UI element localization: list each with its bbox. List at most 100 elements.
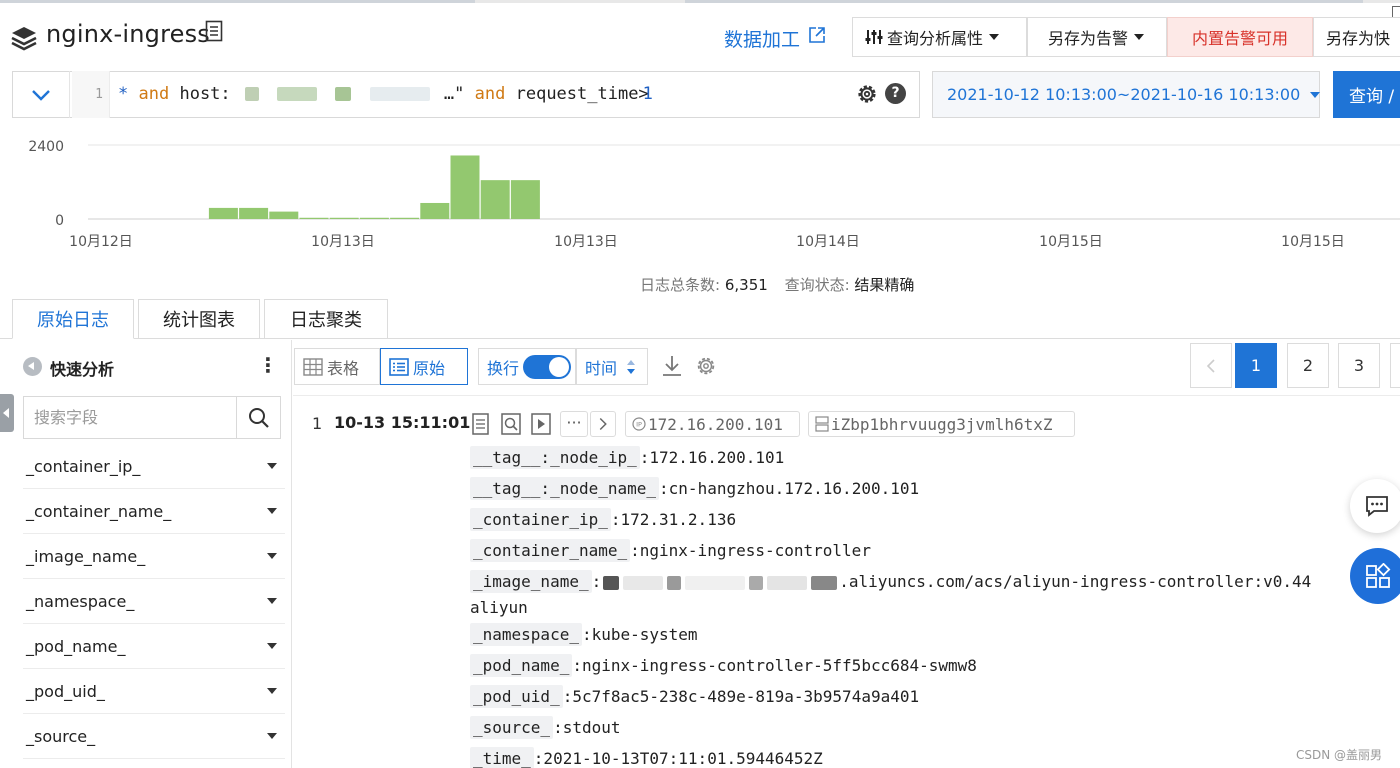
- redacted-text: [749, 575, 764, 590]
- expand-query-button[interactable]: [12, 71, 70, 118]
- query-token: 1: [642, 84, 653, 104]
- page-button-2[interactable]: 2: [1287, 343, 1329, 388]
- previous-page-button[interactable]: [1190, 343, 1232, 388]
- list-icon: [389, 357, 409, 376]
- histogram-bar[interactable]: [510, 180, 540, 219]
- log-field-line: _time_:2021-10-13T07:11:01.59446452Z: [470, 747, 823, 768]
- field-row[interactable]: _pod_name_: [23, 624, 285, 669]
- help-icon[interactable]: ?: [885, 83, 906, 104]
- log-field-value: .aliyuncs.com/acs/aliyun-ingress-control…: [839, 572, 1312, 591]
- histogram-bar[interactable]: [239, 207, 269, 219]
- field-search-button[interactable]: [236, 397, 280, 438]
- field-row[interactable]: _namespace_: [23, 579, 285, 624]
- histogram-bar[interactable]: [420, 202, 450, 219]
- log-field-key[interactable]: _pod_name_: [470, 654, 573, 677]
- page-button-next[interactable]: [1390, 343, 1400, 388]
- ip-tag[interactable]: IP 172.16.200.101: [625, 411, 800, 437]
- time-range-picker[interactable]: 2021-10-12 10:13:00~2021-10-16 10:13:00: [932, 71, 1321, 118]
- log-field-value: aliyun: [470, 598, 528, 617]
- tab-raw-logs[interactable]: 原始日志: [12, 299, 134, 339]
- server-icon: [815, 416, 829, 432]
- builtin-alert-button[interactable]: 内置告警可用: [1167, 17, 1313, 57]
- redacted-text: [369, 87, 430, 101]
- log-field-key[interactable]: _container_name_: [470, 539, 631, 562]
- total-count-label: 日志总条数:: [640, 276, 721, 294]
- tab-log-clustering[interactable]: 日志聚类: [264, 299, 388, 339]
- log-field-key[interactable]: _image_name_: [470, 570, 592, 593]
- save-as-button[interactable]: 另存为快: [1313, 17, 1400, 57]
- browser-tab-strip: [0, 0, 1400, 3]
- query-submit-button[interactable]: 查询 /: [1333, 71, 1400, 118]
- histogram-bar[interactable]: [450, 155, 480, 219]
- chevron-down-icon[interactable]: [267, 508, 277, 514]
- live-tail-icon[interactable]: [530, 411, 552, 437]
- line-wrap-toggle[interactable]: [523, 355, 571, 379]
- document-icon[interactable]: [205, 20, 223, 42]
- histogram-bar[interactable]: [390, 217, 420, 219]
- external-link-icon[interactable]: [808, 26, 826, 44]
- histogram-bar[interactable]: [208, 207, 238, 219]
- save-as-alert-label: 另存为告警: [1048, 29, 1129, 48]
- field-search-input[interactable]: [24, 397, 236, 438]
- log-field-key[interactable]: _namespace_: [470, 623, 582, 646]
- log-field-line: _namespace_:kube-system: [470, 623, 698, 646]
- log-field-key[interactable]: __tag__:_node_ip_: [470, 446, 640, 469]
- histogram-bar[interactable]: [480, 180, 510, 219]
- log-field-key[interactable]: __tag__:_node_name_: [470, 477, 660, 500]
- histogram-bar[interactable]: [359, 217, 389, 219]
- page-button-1[interactable]: 1: [1235, 343, 1277, 388]
- feedback-button[interactable]: [1350, 479, 1400, 533]
- download-icon[interactable]: [660, 354, 684, 378]
- tab-statistics-chart[interactable]: 统计图表: [138, 299, 260, 339]
- field-row[interactable]: _image_name_: [23, 534, 285, 579]
- chevron-down-icon[interactable]: [267, 463, 277, 469]
- query-input[interactable]: * and host: …" and request_time>1: [118, 71, 653, 118]
- log-field-key[interactable]: _time_: [470, 747, 534, 768]
- context-search-icon[interactable]: [500, 411, 522, 437]
- chevron-down-icon: [31, 89, 50, 101]
- page-button-3[interactable]: 3: [1338, 343, 1380, 388]
- field-row[interactable]: _source_: [23, 714, 285, 759]
- field-row[interactable]: _pod_uid_: [23, 669, 285, 714]
- log-field-line: _pod_uid_:5c7f8ac5-238c-489e-819a-3b9574…: [470, 685, 919, 708]
- query-attributes-button[interactable]: 查询分析属性: [852, 17, 1027, 57]
- field-row[interactable]: _container_name_: [23, 489, 285, 534]
- save-as-alert-button[interactable]: 另存为告警: [1027, 17, 1167, 57]
- log-field-key[interactable]: _container_ip_: [470, 508, 611, 531]
- time-sort-button[interactable]: 时间: [576, 348, 648, 385]
- table-view-button[interactable]: 表格: [294, 348, 380, 385]
- chevron-right-icon[interactable]: [590, 411, 616, 437]
- chevron-down-icon[interactable]: [267, 643, 277, 649]
- log-field-line: _container_ip_:172.31.2.136: [470, 508, 736, 531]
- host-tag[interactable]: iZbp1bhrvuugg3jvmlh6txZ: [808, 411, 1075, 437]
- chevron-down-icon[interactable]: [267, 733, 277, 739]
- chevron-down-icon[interactable]: [267, 553, 277, 559]
- apps-button[interactable]: [1350, 548, 1400, 604]
- raw-view-button[interactable]: 原始: [380, 348, 468, 385]
- histogram-bar[interactable]: [299, 217, 329, 219]
- browser-tab[interactable]: [0, 0, 475, 3]
- data-process-link[interactable]: 数据加工: [724, 25, 800, 52]
- redacted-text: [335, 87, 352, 101]
- query-token: *: [118, 84, 129, 104]
- settings-icon[interactable]: [695, 355, 717, 377]
- chevron-down-icon[interactable]: [267, 688, 277, 694]
- more-vertical-icon[interactable]: ⋮: [258, 355, 278, 377]
- redacted-text: [685, 575, 746, 590]
- document-icon[interactable]: [470, 411, 492, 437]
- chevron-left-icon[interactable]: [23, 357, 42, 376]
- browser-tab[interactable]: [685, 0, 1363, 3]
- gear-icon[interactable]: [855, 82, 879, 106]
- watermark: CSDN @盖丽男: [1296, 748, 1383, 762]
- log-timestamp: 10-13 15:11:01: [334, 413, 471, 432]
- log-histogram[interactable]: 2400 0 10月12日 10月13日 10月13日 10月14日 10月15日 10月15…: [0, 128, 1400, 258]
- histogram-bar[interactable]: [269, 211, 299, 219]
- chevron-down-icon[interactable]: [267, 598, 277, 604]
- collapse-sidebar-handle[interactable]: [0, 394, 14, 432]
- log-field-key[interactable]: _pod_uid_: [470, 685, 563, 708]
- more-actions-icon[interactable]: ···: [560, 411, 588, 437]
- histogram-bar[interactable]: [329, 217, 359, 219]
- field-row[interactable]: _container_ip_: [23, 444, 285, 489]
- log-field-key[interactable]: _source_: [470, 716, 554, 739]
- x-tick-label: 10月12日: [69, 234, 133, 250]
